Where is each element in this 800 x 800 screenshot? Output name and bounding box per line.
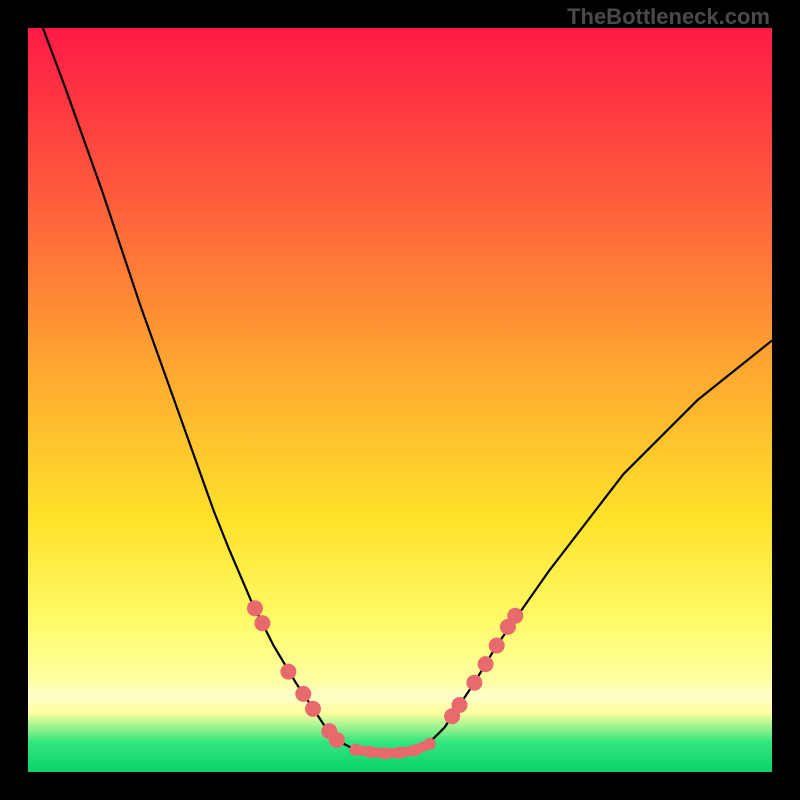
left-marker-4 bbox=[295, 686, 311, 702]
flat-marker-3 bbox=[379, 747, 391, 759]
flat-marker-6 bbox=[424, 738, 436, 750]
watermark-text: TheBottleneck.com bbox=[567, 4, 770, 30]
left-marker-7 bbox=[329, 732, 345, 748]
right-marker-7 bbox=[507, 608, 523, 624]
left-marker-1 bbox=[247, 600, 263, 616]
plot-area bbox=[28, 28, 772, 772]
flat-marker-4 bbox=[394, 747, 406, 759]
flat-marker-5 bbox=[409, 744, 421, 756]
flat-marker-2 bbox=[364, 746, 376, 758]
right-marker-2 bbox=[452, 697, 468, 713]
right-marker-4 bbox=[478, 656, 494, 672]
chart-frame: TheBottleneck.com bbox=[0, 0, 800, 800]
right-marker-5 bbox=[489, 638, 505, 654]
left-marker-3 bbox=[280, 664, 296, 680]
right-marker-3 bbox=[466, 675, 482, 691]
bottleneck-curve bbox=[43, 28, 772, 753]
left-marker-2 bbox=[254, 615, 270, 631]
curve-layer bbox=[28, 28, 772, 772]
flat-marker-1 bbox=[349, 744, 361, 756]
left-marker-5 bbox=[305, 701, 321, 717]
